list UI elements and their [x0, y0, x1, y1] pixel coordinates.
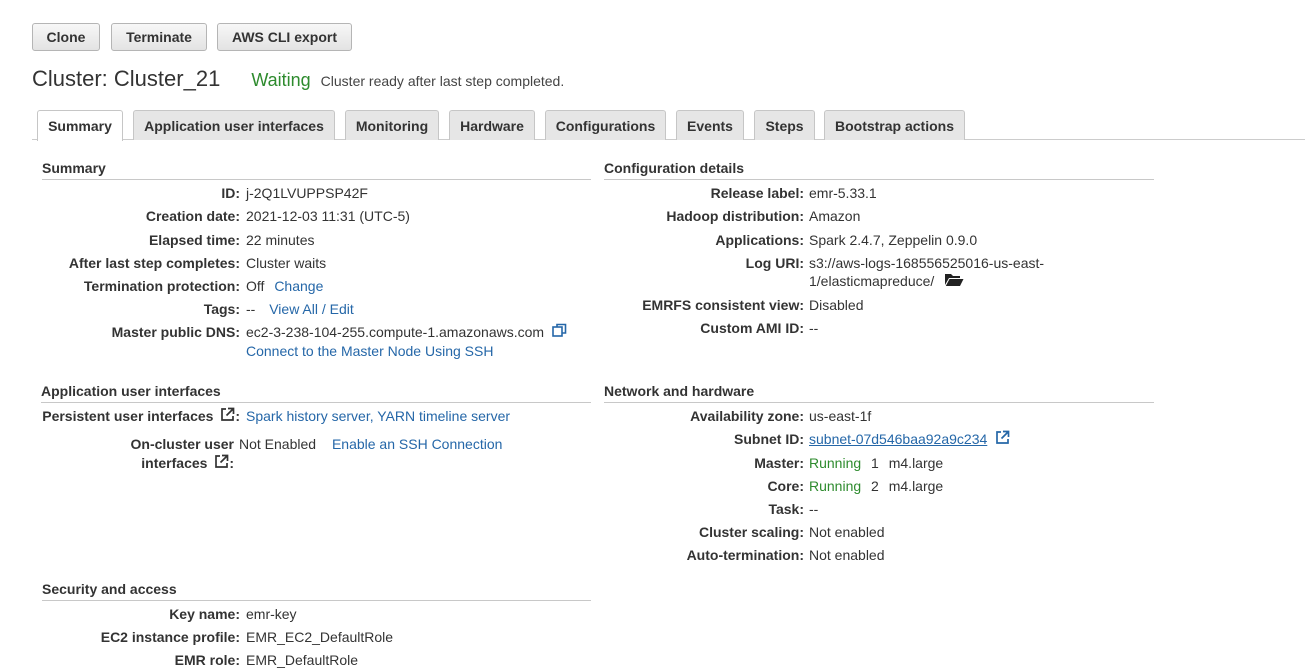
emr-role-label: EMR role: [174, 652, 240, 668]
log-uri-value-2: 1/elasticmapreduce/ [809, 273, 935, 289]
elapsed-time-value: 22 minutes [246, 232, 315, 248]
master-status: Running [809, 455, 862, 471]
aws-cli-export-button[interactable]: AWS CLI export [217, 23, 352, 51]
availability-zone-label: Availability zone: [690, 408, 804, 424]
tags-label: Tags: [203, 301, 240, 317]
copy-icon[interactable] [552, 323, 567, 341]
task-value: -- [809, 501, 819, 517]
status-message: Cluster ready after last step completed. [320, 73, 565, 89]
tab-bootstrap-actions[interactable]: Bootstrap actions [824, 110, 965, 140]
view-edit-tags-link[interactable]: View All / Edit [269, 301, 354, 317]
emr-role-value: EMR_DefaultRole [246, 652, 359, 668]
key-name-value: emr-key [246, 606, 297, 622]
hadoop-value: Amazon [809, 208, 861, 224]
auto-termination-label: Auto-termination: [686, 547, 804, 563]
page-title: Cluster: Cluster_21 [32, 66, 221, 91]
custom-ami-label: Custom AMI ID: [700, 320, 804, 336]
log-uri-label: Log URI: [745, 255, 804, 271]
network-heading: Network and hardware [604, 383, 1154, 403]
emrfs-value: Disabled [809, 297, 864, 313]
master-dns-row: ec2-3-238-104-255.compute-1.amazonaws.co… [246, 323, 567, 341]
custom-ami-value: -- [809, 320, 819, 336]
persistent-ui-links[interactable]: Spark history server, YARN timeline serv… [246, 408, 510, 424]
applications-label: Applications: [715, 232, 804, 248]
core-status: Running [809, 478, 862, 494]
core-instance-type: m4.large [888, 478, 944, 494]
master-dns-value: ec2-3-238-104-255.compute-1.amazonaws.co… [246, 324, 545, 340]
tags-value-row: -- View All / Edit [246, 301, 354, 317]
folder-open-icon[interactable] [944, 272, 964, 290]
persistent-ui-label: Persistent user interfaces [42, 408, 214, 424]
subnet-label: Subnet ID: [734, 431, 804, 447]
app-ui-heading: Application user interfaces [41, 383, 591, 403]
master-row: Running 1 m4.large [809, 455, 943, 471]
core-row: Running 2 m4.large [809, 478, 943, 494]
persistent-ui-label-row: Persistent user interfaces : [42, 407, 240, 425]
availability-zone-value: us-east-1f [809, 408, 872, 424]
hadoop-label: Hadoop distribution: [666, 208, 804, 224]
id-label: ID: [221, 185, 240, 201]
on-cluster-ui-label-2-row: interfaces : [141, 454, 234, 472]
log-uri-value-1: s3://aws-logs-168556525016-us-east- [809, 255, 1045, 271]
master-label: Master: [754, 455, 804, 471]
termination-protection-value: Off Change [246, 278, 323, 294]
on-cluster-ui-label-2: interfaces [141, 455, 208, 471]
connect-ssh-link[interactable]: Connect to the Master Node Using SSH [246, 343, 493, 359]
security-heading: Security and access [42, 581, 591, 601]
external-link-icon [214, 454, 229, 472]
log-uri-row-2: 1/elasticmapreduce/ [809, 273, 964, 290]
instance-profile-label: EC2 instance profile: [100, 629, 240, 645]
title-row: Cluster: Cluster_21 Waiting Cluster read… [32, 66, 564, 92]
cluster-scaling-value: Not enabled [809, 524, 885, 540]
core-label: Core: [767, 478, 804, 494]
summary-heading: Summary [42, 160, 591, 180]
subnet-link[interactable]: subnet-07d546baa92a9c234 [809, 431, 987, 447]
master-instance-type: m4.large [888, 455, 944, 471]
subnet-row: subnet-07d546baa92a9c234 [809, 430, 1010, 448]
colon: : [235, 408, 240, 424]
after-step-value: Cluster waits [246, 255, 327, 271]
colon: : [229, 455, 234, 471]
key-name-label: Key name: [169, 606, 240, 622]
cluster-scaling-label: Cluster scaling: [698, 524, 804, 540]
tags-value: -- [246, 301, 256, 317]
change-termination-link[interactable]: Change [274, 278, 323, 294]
tab-monitoring[interactable]: Monitoring [345, 110, 439, 140]
tab-configurations[interactable]: Configurations [545, 110, 666, 140]
termination-value: Off [246, 278, 265, 294]
creation-date-label: Creation date: [145, 208, 240, 224]
creation-date-value: 2021-12-03 11:31 (UTC-5) [246, 208, 410, 224]
config-heading: Configuration details [604, 160, 1154, 180]
on-cluster-ui-label-1: On-cluster user [130, 436, 234, 452]
core-count: 2 [871, 478, 879, 494]
status-badge: Waiting [251, 70, 311, 90]
master-dns-label: Master public DNS: [111, 324, 240, 340]
task-label: Task: [768, 501, 804, 517]
after-step-label: After last step completes: [68, 255, 240, 271]
applications-value: Spark 2.4.7, Zeppelin 0.9.0 [809, 232, 978, 248]
elapsed-time-label: Elapsed time: [148, 232, 240, 248]
emrfs-label: EMRFS consistent view: [642, 297, 804, 313]
release-value: emr-5.33.1 [809, 185, 877, 201]
clone-button[interactable]: Clone [32, 23, 100, 51]
terminate-button[interactable]: Terminate [111, 23, 207, 51]
id-value: j-2Q1LVUPPSP42F [246, 185, 368, 201]
tab-hardware[interactable]: Hardware [449, 110, 535, 140]
termination-protection-label: Termination protection: [83, 278, 240, 294]
external-link-icon[interactable] [995, 430, 1010, 448]
tab-application-user-interfaces[interactable]: Application user interfaces [133, 110, 335, 140]
master-count: 1 [871, 455, 879, 471]
on-cluster-ui-value: Not Enabled [239, 436, 317, 452]
enable-ssh-link[interactable]: Enable an SSH Connection [332, 436, 502, 452]
external-link-icon [220, 407, 235, 425]
tab-steps[interactable]: Steps [754, 110, 815, 140]
instance-profile-value: EMR_EC2_DefaultRole [246, 629, 394, 645]
on-cluster-ui-value-row: Not Enabled Enable an SSH Connection [239, 436, 502, 452]
tab-summary[interactable]: Summary [37, 110, 123, 141]
auto-termination-value: Not enabled [809, 547, 885, 563]
tab-events[interactable]: Events [676, 110, 744, 140]
release-label: Release label: [710, 185, 804, 201]
